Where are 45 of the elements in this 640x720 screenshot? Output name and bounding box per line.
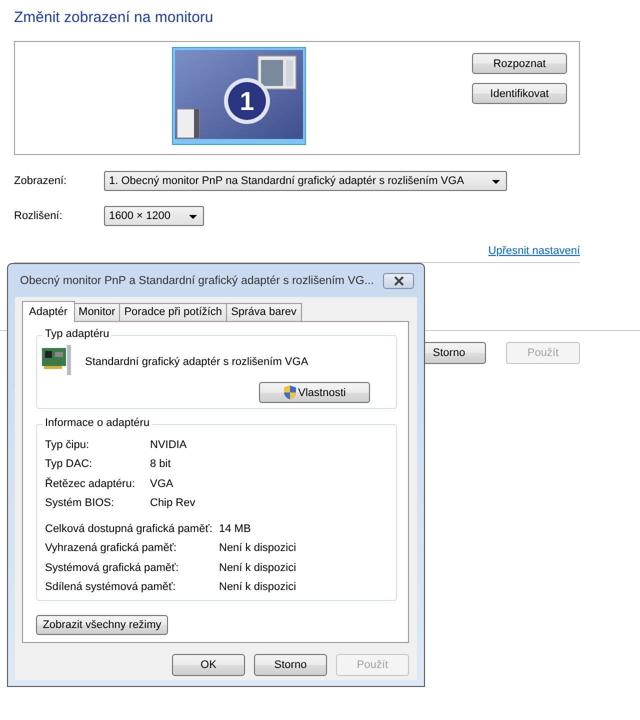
group-title: Informace o adaptéru [43, 417, 152, 429]
caret-icon [189, 215, 197, 219]
caret-icon [492, 180, 500, 184]
info-value: VGA [150, 476, 174, 492]
button[interactable]: OK [172, 654, 245, 676]
monitor-drawing[interactable]: 1 [172, 47, 306, 145]
button[interactable]: Rozpoznat [472, 53, 567, 74]
dropdown[interactable]: 1. Obecný monitor PnP na Standardní grafický adaptér s rozlišením VGA [104, 171, 507, 191]
info-label: Celková dostupná grafická paměť: [45, 522, 212, 538]
tab[interactable]: Správa barev [226, 303, 302, 321]
adapter-name: Standardní grafický adaptér s rozlišením VGA [85, 356, 308, 368]
info-label: Typ DAC: [45, 457, 92, 472]
start-menu-thumbnail [176, 108, 200, 138]
info-value: 14 MB [219, 522, 251, 538]
info-value: Není k dispozici [219, 560, 296, 576]
field-label: Rozlišení: [14, 210, 64, 222]
info-label: Vyhrazená grafická paměť: [45, 541, 177, 556]
field-label: Zobrazení: [14, 175, 68, 187]
info-label: Systém BIOS: [45, 496, 114, 511]
dialog-title: Obecný monitor PnP a Standardní grafický adaptér s rozlišením VG... [20, 274, 375, 286]
info-value: 8 bit [150, 457, 171, 472]
info-label: Řetězec adaptéru: [45, 476, 135, 492]
window-thumbnail [258, 56, 296, 90]
button[interactable]: Identifikovat [472, 83, 567, 104]
tab[interactable]: Monitor [74, 303, 120, 321]
group-title: Typ adaptéru [43, 328, 112, 340]
tab[interactable]: Poradce při potížích [119, 303, 228, 321]
info-label: Typ čipu: [45, 438, 90, 453]
page-title: Změnit zobrazení na monitoru [14, 9, 214, 28]
info-value: Není k dispozici [219, 580, 296, 596]
button[interactable]: Zobrazit všechny režimy [36, 615, 168, 635]
info-label: Sdílená systémová paměť: [45, 580, 176, 596]
info-value: NVIDIA [150, 438, 187, 453]
button[interactable]: Storno [254, 654, 327, 676]
close-icon [392, 276, 404, 286]
monitor-number: 1 [238, 85, 256, 117]
info-value: Není k dispozici [219, 541, 296, 556]
tab[interactable]: Adaptér [22, 301, 75, 322]
properties-button[interactable]: Vlastnosti [259, 382, 370, 403]
shield-icon [283, 385, 298, 400]
info-label: Systémová grafická paměť: [45, 560, 179, 576]
info-value: Chip Rev [150, 496, 196, 511]
dropdown[interactable]: 1600 × 1200 [104, 206, 204, 226]
close-button[interactable] [383, 272, 414, 288]
advanced-settings-link[interactable]: Upřesnit nastavení [488, 245, 580, 257]
